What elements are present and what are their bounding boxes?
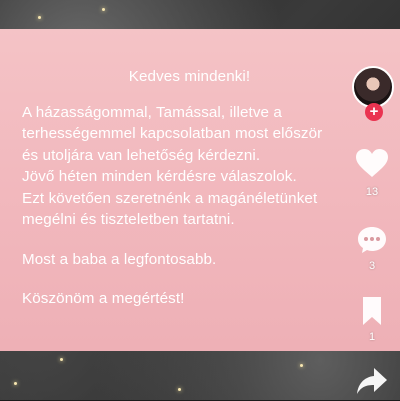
greeting: Kedves mindenki! — [128, 68, 251, 85]
sparkle-decoration — [14, 382, 17, 385]
comment-count: 3 — [368, 260, 376, 272]
comment-button[interactable]: 3 — [352, 225, 392, 272]
message-line: terhességemmel kapcsolatban most először — [22, 125, 323, 142]
comment-icon — [358, 227, 386, 253]
message-line: és utoljára van lehetőség kérdezni. — [22, 146, 261, 164]
share-button[interactable] — [352, 366, 392, 401]
message-line: megélni és tiszteletben tartatni. — [22, 211, 235, 228]
like-button[interactable]: 13 — [352, 148, 392, 198]
plus-icon: + — [369, 103, 379, 120]
thanks-line: Köszönöm a megértést! — [22, 290, 185, 307]
bookmark-count: 1 — [368, 331, 376, 343]
like-count: 13 — [365, 186, 379, 198]
priority-line: Most a baba a legfontosabb. — [22, 250, 217, 268]
sparkle-decoration — [38, 16, 41, 19]
bookmark-button[interactable]: 1 — [352, 296, 392, 343]
announcement-text: Kedves mindenki! A házasságommal, Tamáss… — [22, 66, 357, 310]
sparkle-decoration — [300, 364, 303, 367]
heart-icon — [356, 149, 388, 177]
sparkle-decoration — [178, 388, 181, 391]
sparkle-decoration — [102, 8, 105, 11]
sparkle-decoration — [60, 358, 63, 361]
follow-button[interactable]: + — [365, 103, 383, 121]
avatar[interactable] — [352, 66, 394, 108]
message-line: A házasságommal, Tamással, illetve a — [22, 103, 282, 121]
message-line: Ezt követően szeretnénk a magánéletünket — [22, 189, 318, 207]
share-icon — [357, 368, 387, 394]
bookmark-icon — [363, 297, 381, 325]
message-line: Jövő héten minden kérdésre válaszolok. — [22, 168, 297, 185]
